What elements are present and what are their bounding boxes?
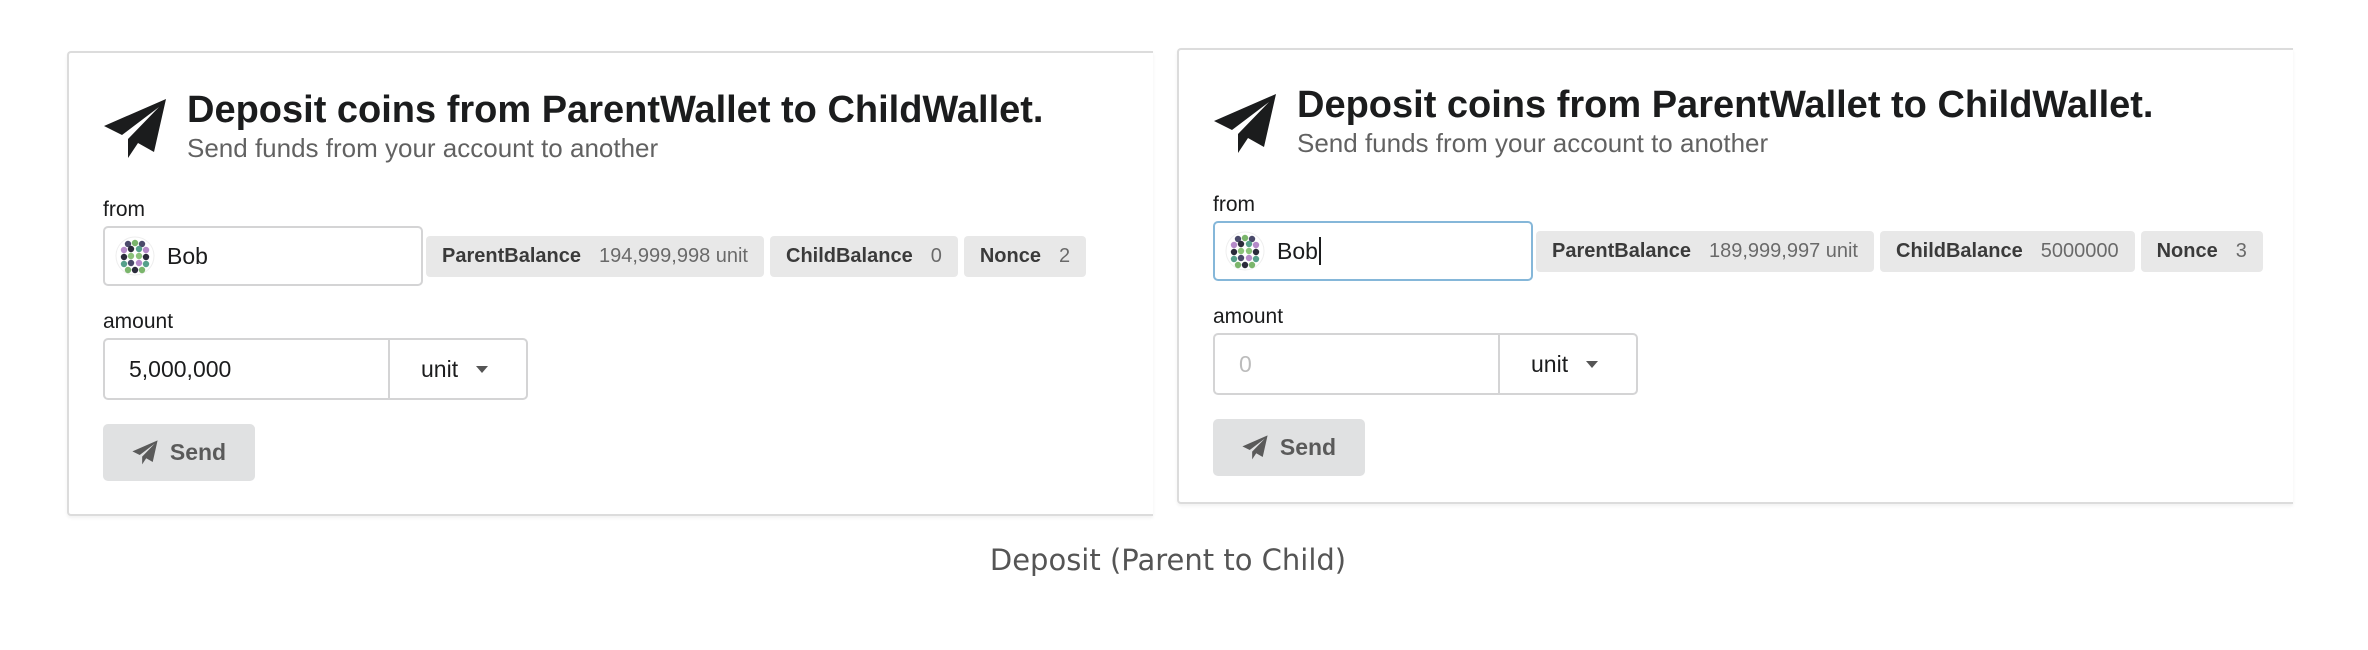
- unit-dropdown[interactable]: unit: [1498, 333, 1638, 395]
- from-account-input[interactable]: Bob: [103, 226, 423, 286]
- from-row: Bob ParentBalance 189,999,997 unit Child…: [1213, 221, 2269, 281]
- send-button-label: Send: [169, 439, 227, 465]
- figure-caption: Deposit (Parent to Child): [989, 543, 1347, 577]
- amount-input[interactable]: 0: [1213, 333, 1498, 395]
- badge-key: ParentBalance: [442, 244, 581, 267]
- page-subtitle: Send funds from your account to another: [1297, 128, 1769, 158]
- from-label: from: [103, 198, 145, 221]
- page-title: Deposit coins from ParentWallet to Child…: [1297, 84, 2154, 126]
- identicon-avatar: [1225, 231, 1265, 271]
- balance-labels: ParentBalance 194,999,998 unit ChildBala…: [426, 235, 1092, 277]
- unit-dropdown[interactable]: unit: [388, 338, 528, 400]
- from-account-name: Bob: [1277, 237, 1318, 264]
- unit-dropdown-label: unit: [1531, 350, 1569, 377]
- balance-labels: ParentBalance 189,999,997 unit ChildBala…: [1536, 230, 2269, 272]
- unit-dropdown-label: unit: [421, 355, 459, 382]
- amount-row: 5,000,000 unit: [103, 338, 1092, 400]
- child-balance-badge: ChildBalance 5000000: [1880, 230, 2135, 272]
- badge-value: 2: [1058, 244, 1071, 267]
- amount-input[interactable]: 5,000,000: [103, 338, 388, 400]
- badge-key: Nonce: [2156, 239, 2218, 262]
- badge-value: 0: [930, 244, 942, 267]
- parent-balance-badge: ParentBalance 194,999,998 unit: [426, 235, 764, 277]
- panel-header: Deposit coins from ParentWallet to Child…: [103, 88, 1092, 168]
- panel-header: Deposit coins from ParentWallet to Child…: [1213, 83, 2269, 163]
- from-row: Bob ParentBalance 194,999,998 unit Child…: [103, 226, 1092, 286]
- amount-row: 0 unit: [1213, 333, 2269, 395]
- paper-plane-icon: [104, 99, 166, 158]
- from-account-name: Bob: [167, 242, 208, 269]
- caret-down-icon: [1586, 360, 1599, 368]
- parent-balance-badge: ParentBalance 189,999,997 unit: [1536, 230, 1874, 272]
- from-account-input[interactable]: Bob: [1213, 221, 1533, 281]
- child-balance-badge: ChildBalance 0: [770, 235, 958, 277]
- page-title: Deposit coins from ParentWallet to Child…: [187, 89, 1044, 131]
- deposit-panel-after: Deposit coins from ParentWallet to Child…: [1177, 48, 2293, 504]
- page-subtitle: Send funds from your account to another: [187, 133, 659, 163]
- caret-down-icon: [476, 365, 489, 373]
- badge-value: 3: [2235, 239, 2247, 262]
- badge-key: ChildBalance: [786, 244, 913, 267]
- nonce-badge: Nonce 2: [963, 235, 1087, 277]
- badge-key: ParentBalance: [1552, 239, 1691, 262]
- deposit-panel-before: Deposit coins from ParentWallet to Child…: [67, 51, 1153, 516]
- send-button[interactable]: Send: [1213, 419, 1365, 476]
- deposit-form: Deposit coins from ParentWallet to Child…: [103, 88, 1092, 481]
- amount-label: amount: [1213, 305, 1284, 328]
- nonce-badge: Nonce 3: [2140, 230, 2263, 272]
- from-label: from: [1213, 193, 1255, 216]
- badge-key: ChildBalance: [1896, 239, 2023, 262]
- badge-key: Nonce: [979, 244, 1041, 267]
- send-button-label: Send: [1279, 434, 1337, 460]
- badge-value: 189,999,997 unit: [1708, 239, 1858, 262]
- identicon-avatar: [115, 236, 155, 276]
- badge-value: 5000000: [2040, 239, 2119, 262]
- text-cursor: [1318, 237, 1321, 265]
- send-button[interactable]: Send: [103, 424, 255, 481]
- paper-plane-icon: [132, 439, 158, 464]
- badge-value: 194,999,998 unit: [598, 244, 748, 267]
- paper-plane-icon: [1242, 434, 1268, 459]
- deposit-form: Deposit coins from ParentWallet to Child…: [1213, 83, 2269, 476]
- paper-plane-icon: [1214, 94, 1276, 153]
- amount-label: amount: [103, 310, 174, 333]
